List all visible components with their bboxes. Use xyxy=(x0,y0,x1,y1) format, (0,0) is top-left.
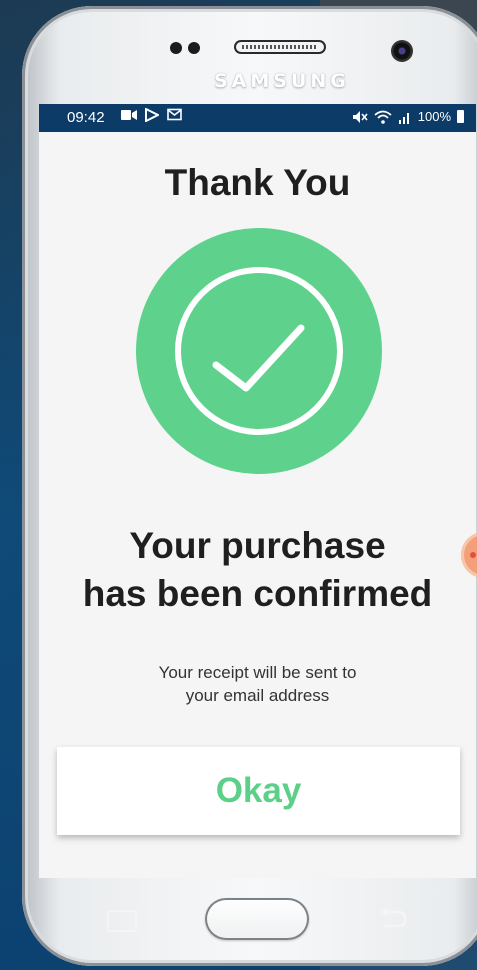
back-icon[interactable] xyxy=(377,906,407,932)
sensor-dots xyxy=(170,42,200,54)
home-button[interactable] xyxy=(205,898,309,940)
status-bar: 09:42 100% xyxy=(39,104,476,132)
notification-icons xyxy=(121,108,182,122)
heading-line-2: has been confirmed xyxy=(82,573,433,614)
mute-icon xyxy=(352,110,368,123)
receipt-message: Your receipt will be sent to your email … xyxy=(39,661,476,707)
video-icon xyxy=(121,110,137,120)
signal-icon xyxy=(398,112,409,124)
play-store-icon xyxy=(145,108,159,122)
hardware-nav-bar xyxy=(39,878,476,960)
mail-icon xyxy=(167,108,182,121)
earpiece-speaker xyxy=(234,40,326,54)
front-camera xyxy=(391,40,413,62)
recent-apps-icon[interactable] xyxy=(107,910,137,932)
okay-button[interactable]: Okay xyxy=(57,747,460,835)
device-brand: SAMSUNG xyxy=(214,70,350,92)
heading-line-1: Your purchase xyxy=(129,525,386,566)
page-title: Thank You xyxy=(164,162,351,203)
confirmation-heading: Your purchase has been confirmed xyxy=(39,522,476,618)
wifi-icon xyxy=(374,110,392,124)
receipt-line-2: your email address xyxy=(185,686,330,705)
phone-screen: 09:42 100% Thank You Your purchase has b… xyxy=(39,104,476,878)
system-icons: 100% xyxy=(352,109,464,124)
battery-icon xyxy=(457,110,464,123)
check-circle-icon xyxy=(136,228,382,474)
battery-percent: 100% xyxy=(417,109,451,124)
status-time: 09:42 xyxy=(67,109,105,126)
receipt-line-1: Your receipt will be sent to xyxy=(158,663,357,682)
